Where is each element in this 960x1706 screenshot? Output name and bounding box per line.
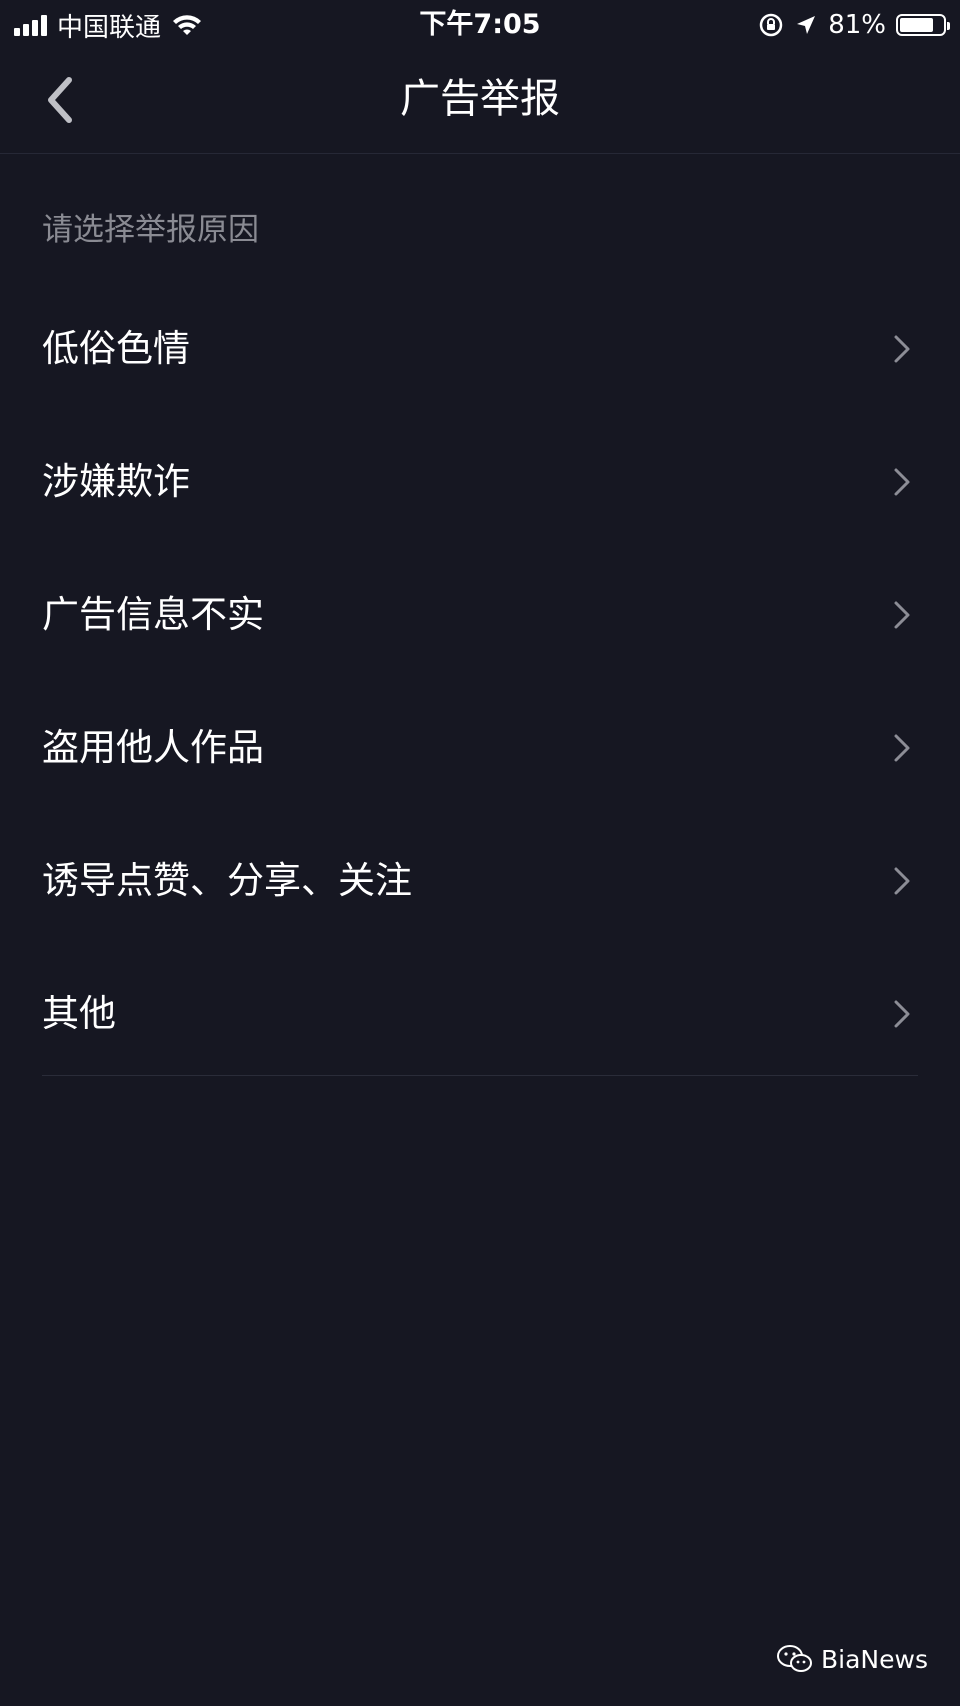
reason-label: 低俗色情 bbox=[42, 326, 190, 370]
battery-icon bbox=[896, 14, 950, 36]
nav-bar: 广告举报 bbox=[0, 48, 960, 154]
section-header: 请选择举报原因 bbox=[42, 212, 259, 248]
chevron-right-icon bbox=[890, 997, 914, 1031]
watermark: BiaNews bbox=[777, 1644, 928, 1674]
status-bar: 中国联通 下午7:05 81% bbox=[0, 0, 960, 48]
battery-fill bbox=[900, 18, 934, 32]
reason-item-other[interactable]: 其他 bbox=[0, 947, 960, 1080]
chevron-right-icon bbox=[890, 598, 914, 632]
location-icon bbox=[797, 16, 816, 34]
reason-label: 涉嫌欺诈 bbox=[42, 459, 190, 503]
reason-label: 广告信息不实 bbox=[42, 592, 264, 636]
watermark-text: BiaNews bbox=[821, 1644, 928, 1674]
reason-item-vulgar[interactable]: 低俗色情 bbox=[0, 282, 960, 415]
page-title: 广告举报 bbox=[400, 76, 560, 122]
chevron-right-icon bbox=[890, 332, 914, 366]
chevron-right-icon bbox=[890, 465, 914, 499]
reason-item-engagement-bait[interactable]: 诱导点赞、分享、关注 bbox=[0, 814, 960, 947]
reason-item-fraud[interactable]: 涉嫌欺诈 bbox=[0, 415, 960, 548]
list-divider bbox=[42, 1075, 918, 1076]
reason-list: 低俗色情 涉嫌欺诈 广告信息不实 盗用他人作品 诱导点赞、分享、关注 其他 bbox=[0, 282, 960, 1080]
wechat-icon bbox=[777, 1645, 813, 1672]
reason-item-false-info[interactable]: 广告信息不实 bbox=[0, 548, 960, 681]
reason-label: 诱导点赞、分享、关注 bbox=[42, 858, 412, 902]
status-right: 81% bbox=[758, 8, 950, 42]
report-ad-screen: 中国联通 下午7:05 81% 广告举报 请选择举报原因 低俗色情 涉嫌欺诈 广… bbox=[0, 0, 960, 1706]
chevron-right-icon bbox=[890, 731, 914, 765]
chevron-right-icon bbox=[890, 864, 914, 898]
reason-label: 盗用他人作品 bbox=[42, 725, 264, 769]
reason-item-plagiarism[interactable]: 盗用他人作品 bbox=[0, 681, 960, 814]
rotation-lock-icon bbox=[759, 13, 783, 37]
battery-percent: 81% bbox=[828, 10, 886, 40]
reason-label: 其他 bbox=[42, 991, 116, 1035]
